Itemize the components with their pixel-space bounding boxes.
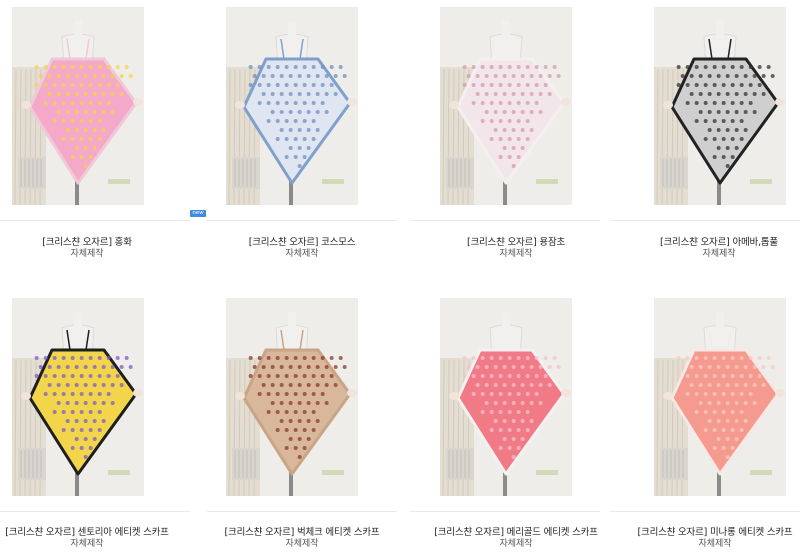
product-thumbnail[interactable]: [440, 298, 572, 496]
product-subtitle: 자체제작: [70, 249, 104, 259]
product-card[interactable]: [크리스챤 오자르] 벅체크 에티켓 스카프 자체제작: [207, 290, 397, 560]
product-photo: [12, 298, 144, 496]
product-photo: [226, 298, 358, 496]
divider: [207, 511, 397, 512]
product-card[interactable]: [크리스챤 오자르] 홍화 자체제작: [0, 0, 190, 270]
product-subtitle: 자체제작: [702, 249, 736, 259]
divider: [0, 220, 190, 221]
divider: [410, 220, 600, 221]
product-thumbnail[interactable]: [654, 7, 786, 205]
product-thumbnail[interactable]: [226, 298, 358, 496]
product-card[interactable]: [크리스챤 오자르] 센토리아 에티켓 스카프 자체제작: [0, 290, 190, 560]
product-thumbnail[interactable]: [440, 7, 572, 205]
product-card[interactable]: [크리스챤 오자르] 아메바,톱풀 자체제작: [610, 0, 800, 270]
product-grid: [크리스챤 오자르] 홍화 자체제작 [크리스챤 오자르] 코스모스 자체제작 …: [0, 0, 800, 549]
product-photo: [12, 7, 144, 205]
product-photo: [654, 7, 786, 205]
product-card[interactable]: [크리스챤 오자르] 미나롱 에티켓 스카프 자체제작: [610, 290, 800, 560]
divider: [207, 220, 397, 221]
product-photo: [654, 298, 786, 496]
product-thumbnail[interactable]: [12, 298, 144, 496]
product-photo: [440, 7, 572, 205]
product-card[interactable]: [크리스챤 오자르] 코스모스 자체제작: [207, 0, 397, 270]
product-thumbnail[interactable]: [226, 7, 358, 205]
product-subtitle: 자체제작: [285, 539, 319, 549]
product-card[interactable]: [크리스챤 오자르] 용잠초 자체제작: [410, 0, 600, 270]
product-subtitle: 자체제작: [499, 249, 533, 259]
product-subtitle: 자체제작: [499, 539, 533, 549]
divider: [610, 220, 800, 221]
product-subtitle: 자체제작: [70, 539, 104, 549]
product-card[interactable]: [크리스챤 오자르] 메리골드 에티켓 스카프 자체제작: [410, 290, 600, 560]
divider: [410, 511, 600, 512]
product-subtitle: 자체제작: [285, 249, 319, 259]
product-thumbnail[interactable]: [12, 7, 144, 205]
product-thumbnail[interactable]: [654, 298, 786, 496]
divider: [0, 511, 190, 512]
product-photo: [226, 7, 358, 205]
new-badge: new: [190, 210, 206, 217]
divider: [610, 511, 800, 512]
product-subtitle: 자체제작: [698, 539, 732, 549]
product-photo: [440, 298, 572, 496]
